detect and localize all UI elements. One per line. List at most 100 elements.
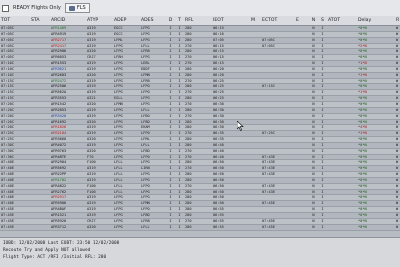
t-cell: I xyxy=(178,207,181,212)
ades-cell: LFLL xyxy=(141,43,150,48)
column-header[interactable]: TOT xyxy=(0,16,30,25)
d-cell: I xyxy=(169,101,172,106)
sta-cell xyxy=(30,108,50,113)
adep-cell: LFPG xyxy=(114,90,123,95)
rfl-cell: 280 xyxy=(185,172,192,177)
delay-cell: *1*N xyxy=(358,131,367,136)
e-cell xyxy=(295,195,309,200)
adep-cell: LFPG xyxy=(114,72,123,77)
ades-cell: LFPG xyxy=(141,195,150,200)
ades-cell: LEBL xyxy=(141,61,150,66)
t-cell: I xyxy=(178,90,181,95)
m-cell xyxy=(250,172,261,177)
n-cell: N xyxy=(312,26,315,30)
t-cell: I xyxy=(178,55,181,60)
delay-cell: *0*N xyxy=(358,31,367,36)
column-header[interactable]: Delay xyxy=(357,16,395,25)
t-cell: I xyxy=(178,142,181,147)
n-cell: N xyxy=(312,160,315,165)
s-cell: I xyxy=(321,119,324,124)
t-cell: I xyxy=(178,84,181,89)
r-cell: W xyxy=(396,154,399,159)
ectot-cell xyxy=(261,178,295,183)
column-header[interactable]: D xyxy=(166,16,175,25)
ectot-cell: 07:43E xyxy=(262,183,275,188)
r-cell: W xyxy=(396,207,399,212)
s-cell: I xyxy=(321,148,324,153)
r-cell: W xyxy=(396,201,399,206)
column-header[interactable]: RFL xyxy=(184,16,212,25)
tot-cell: 07:40E xyxy=(1,183,14,188)
adep-cell: LFLL xyxy=(114,183,123,188)
atot-cell xyxy=(327,61,357,66)
sta-cell xyxy=(30,184,50,189)
ieot-cell: 06:50 xyxy=(213,183,224,188)
atyp-cell: A319 xyxy=(87,172,96,177)
column-header[interactable]: T xyxy=(175,16,184,25)
column-header[interactable]: ATOT xyxy=(327,16,357,25)
s-cell: I xyxy=(321,154,324,159)
arcid-cell: AFR1826 xyxy=(51,125,67,130)
column-header[interactable]: ATYP xyxy=(86,16,113,25)
ades-cell: LFPG xyxy=(141,26,150,30)
ectot-cell xyxy=(261,125,295,130)
tot-cell: 07:05C xyxy=(1,26,14,30)
atot-cell xyxy=(327,225,357,230)
ectot-cell xyxy=(261,49,295,54)
column-header[interactable]: M xyxy=(250,16,261,25)
arcid-cell: AFR4BTE xyxy=(51,154,67,159)
atot-cell xyxy=(327,73,357,78)
t-cell: I xyxy=(178,160,181,165)
arcid-cell: AFR2853 xyxy=(51,107,67,112)
ades-cell: LFMN xyxy=(141,72,150,77)
column-header[interactable]: S xyxy=(318,16,327,25)
table-row[interactable]: 07:45E AFR3712 A320 LFPG LFLL I I 280 06:55 07:45… xyxy=(0,224,400,231)
adep-cell: LFBH xyxy=(114,55,123,60)
rfl-cell: 280 xyxy=(185,107,192,112)
e-cell xyxy=(295,172,309,177)
column-header[interactable]: ADEP xyxy=(113,16,140,25)
e-cell xyxy=(295,90,309,95)
rfl-cell: 270 xyxy=(185,90,192,95)
t-cell: I xyxy=(178,78,181,83)
sta-cell xyxy=(30,172,50,177)
d-cell: I xyxy=(169,177,172,182)
column-header[interactable]: IEOT xyxy=(212,16,250,25)
fls-button[interactable]: FLS xyxy=(64,3,90,13)
arcid-cell: AFR3553 xyxy=(51,96,67,101)
atyp-cell: A319 xyxy=(87,90,96,95)
column-header[interactable]: ARCID xyxy=(50,16,86,25)
adep-cell: LFLL xyxy=(114,160,123,165)
arcid-cell: AFR2472 xyxy=(51,78,67,83)
atyp-cell: A320 xyxy=(87,137,96,142)
ieot-cell: 06:25 xyxy=(213,78,224,83)
column-header[interactable]: STA xyxy=(30,16,50,25)
atyp-cell: A320 xyxy=(87,49,96,54)
r-cell: W xyxy=(396,72,399,77)
rfl-cell: 270 xyxy=(185,61,192,66)
tot-cell: 07:05C xyxy=(1,55,14,60)
t-cell: I xyxy=(178,66,181,71)
atot-cell xyxy=(327,114,357,119)
column-header[interactable]: E xyxy=(295,16,309,25)
tot-cell: 07:15C xyxy=(1,90,14,95)
column-header[interactable]: ADES xyxy=(140,16,166,25)
ready-flights-checkbox[interactable] xyxy=(2,4,9,12)
sta-cell xyxy=(30,155,50,160)
column-header[interactable]: R xyxy=(395,16,399,25)
column-header[interactable]: ECTOT xyxy=(261,16,295,25)
m-cell xyxy=(250,114,261,119)
ectot-cell: 07:43E xyxy=(262,154,275,159)
column-header[interactable]: N xyxy=(309,16,318,25)
ieot-cell: 06:50 xyxy=(213,195,224,200)
sta-cell xyxy=(30,32,50,37)
rfl-cell: 280 xyxy=(185,26,192,30)
s-cell: I xyxy=(321,177,324,182)
arcid-cell: AFR22PP xyxy=(51,172,67,177)
arcid-cell: AFR4072 xyxy=(51,142,67,147)
s-cell: I xyxy=(321,96,324,101)
arcid-cell: AFR2603 xyxy=(51,72,67,77)
atyp-cell: A319 xyxy=(87,26,96,30)
rfl-cell: 280 xyxy=(185,31,192,36)
delay-cell: *0*N xyxy=(358,207,367,212)
